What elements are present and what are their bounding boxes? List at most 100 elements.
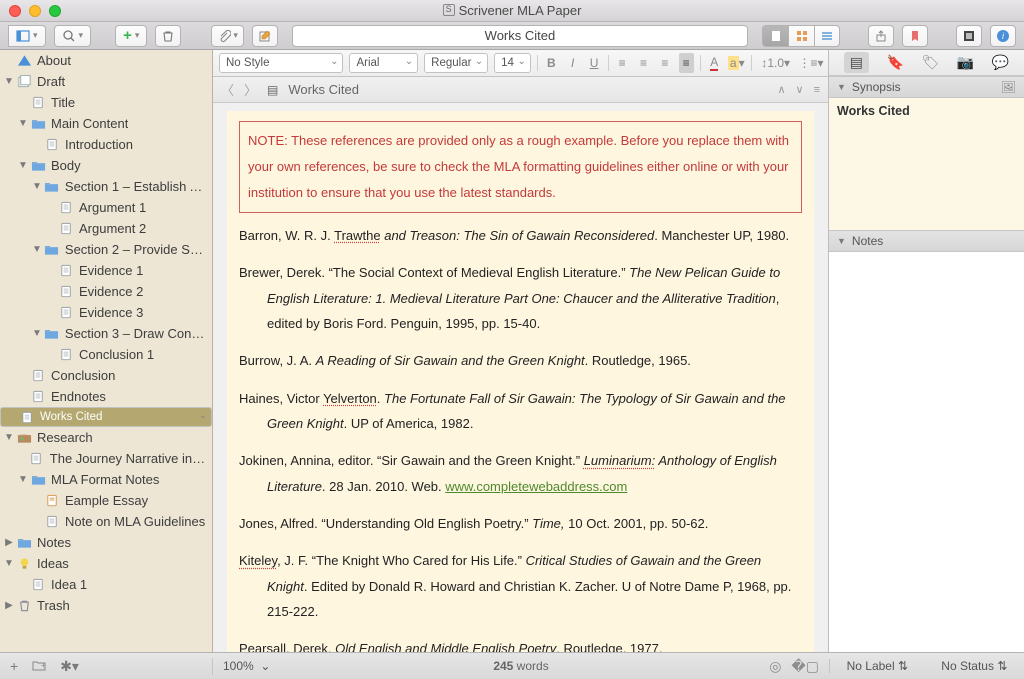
disclosure-triangle[interactable]: ▶ xyxy=(4,537,14,548)
synopsis-image-toggle[interactable]: 🖼 xyxy=(1001,80,1016,94)
binder-row[interactable]: ▼MLA Format Notes xyxy=(0,469,212,490)
document-title-field[interactable]: Works Cited xyxy=(292,25,748,47)
bold-button[interactable]: B xyxy=(544,53,559,73)
doc-icon xyxy=(44,138,60,152)
binder-row[interactable]: Endnotes xyxy=(0,386,212,407)
header-down-button[interactable]: ∨ xyxy=(796,83,804,96)
underline-button[interactable]: U xyxy=(586,53,601,73)
breadcrumb[interactable]: Works Cited xyxy=(288,82,359,97)
font-select[interactable]: Arial xyxy=(349,53,418,73)
compose-mode-button[interactable] xyxy=(956,25,982,47)
disclosure-triangle[interactable]: ▼ xyxy=(32,244,42,255)
ideas-icon xyxy=(16,557,32,571)
inspector-tab-metadata[interactable]: 🏷 xyxy=(922,54,940,71)
disclosure-triangle[interactable]: ▼ xyxy=(18,474,28,485)
inspector-tab-snapshots[interactable]: 📷 xyxy=(957,54,974,71)
binder-row[interactable]: Conclusion 1 xyxy=(0,344,212,365)
binder-row[interactable]: ▶Trash xyxy=(0,595,212,616)
binder-row[interactable]: Eample Essay xyxy=(0,490,212,511)
binder-row[interactable]: ▼Section 1 – Establish Argu… xyxy=(0,176,212,197)
binder-row[interactable]: About xyxy=(0,50,212,71)
text-color-button[interactable]: A xyxy=(707,53,722,73)
trash-button[interactable] xyxy=(155,25,181,47)
add-button[interactable]: +▾ xyxy=(115,25,147,47)
notes-body[interactable] xyxy=(829,252,1024,652)
document-icon: ▤ xyxy=(267,83,278,97)
binder-row[interactable]: ▼Section 2 – Provide Suppo… xyxy=(0,239,212,260)
synopsis-header[interactable]: ▼Synopsis🖼 xyxy=(829,76,1024,98)
inspector-toggle-button[interactable]: i xyxy=(990,25,1016,47)
disclosure-triangle[interactable]: ▼ xyxy=(18,118,28,129)
binder-row[interactable]: ▼Ideas xyxy=(0,553,212,574)
disclosure-triangle[interactable]: ▼ xyxy=(32,328,42,339)
style-select[interactable]: No Style xyxy=(219,53,343,73)
binder-row-label: Works Cited xyxy=(40,411,102,423)
inspector-tab-bookmarks[interactable]: 🔖 xyxy=(887,54,904,71)
inspector-tab-notes[interactable]: ▤ xyxy=(844,52,869,73)
label-select[interactable]: No Label ⇅ xyxy=(847,659,908,673)
binder-row[interactable]: ▶Notes xyxy=(0,532,212,553)
disclosure-triangle[interactable]: ▼ xyxy=(4,558,14,569)
binder-row[interactable]: Works Cited xyxy=(0,407,212,427)
editor-scroll-area[interactable]: NOTE: These references are provided only… xyxy=(213,103,828,652)
add-item-button[interactable]: + xyxy=(10,658,18,674)
binder-toggle-button[interactable]: ▾ xyxy=(8,25,46,47)
binder-row[interactable]: The Journey Narrative in Am… xyxy=(0,448,212,469)
binder-row[interactable]: Conclusion xyxy=(0,365,212,386)
disclosure-triangle[interactable]: ▼ xyxy=(4,432,14,443)
binder-row[interactable]: Title xyxy=(0,92,212,113)
binder-row[interactable]: ▼Research xyxy=(0,427,212,448)
bookmark-button[interactable] xyxy=(902,25,928,47)
header-menu-button[interactable]: ≡ xyxy=(814,84,820,96)
binder-row[interactable]: Idea 1 xyxy=(0,574,212,595)
document-page[interactable]: NOTE: These references are provided only… xyxy=(227,111,814,652)
align-left-button[interactable]: ≡ xyxy=(614,53,629,73)
doc-icon xyxy=(30,390,46,404)
notes-header[interactable]: ▼Notes xyxy=(829,230,1024,252)
compose-button[interactable] xyxy=(252,25,278,47)
line-spacing-button[interactable]: ↕ 1.0 ▾ xyxy=(757,53,794,73)
attach-button[interactable]: ▾ xyxy=(211,25,244,47)
binder-row[interactable]: ▼ Main Content xyxy=(0,113,212,134)
font-weight-select[interactable]: Regular xyxy=(424,53,488,73)
binder-row[interactable]: Introduction xyxy=(0,134,212,155)
share-button[interactable] xyxy=(868,25,894,47)
binder-row[interactable]: Argument 1 xyxy=(0,197,212,218)
highlight-button[interactable]: a▾ xyxy=(728,53,745,73)
binder-row[interactable]: Evidence 2 xyxy=(0,281,212,302)
font-size-select[interactable]: 14 xyxy=(494,53,531,73)
disclosure-triangle[interactable]: ▼ xyxy=(18,160,28,171)
binder-row[interactable]: ▼Section 3 – Draw Conclusi… xyxy=(0,323,212,344)
binder-sidebar[interactable]: About▼DraftTitle ▼ Main Content Introductio… xyxy=(0,50,213,652)
nav-forward-button[interactable]: 〉 xyxy=(244,80,257,99)
add-folder-button[interactable]: + xyxy=(32,658,46,674)
nav-back-button[interactable]: 〈 xyxy=(221,80,234,99)
binder-row-label: Main Content xyxy=(51,116,128,131)
inspector-panel: ▤ 🔖 🏷 📷 💬 ▼Synopsis🖼 Works Cited ▼Notes xyxy=(829,50,1024,652)
view-mode-document[interactable] xyxy=(762,25,788,47)
align-right-button[interactable]: ≡ xyxy=(657,53,672,73)
binder-row[interactable]: ▼Body xyxy=(0,155,212,176)
status-select[interactable]: No Status ⇅ xyxy=(941,659,1007,673)
disclosure-triangle[interactable]: ▶ xyxy=(4,600,14,611)
web-link[interactable]: www.completewebaddress.com xyxy=(445,479,627,494)
binder-row[interactable]: Note on MLA Guidelines xyxy=(0,511,212,532)
synopsis-body[interactable]: Works Cited xyxy=(829,98,1024,230)
binder-row[interactable]: Evidence 3 xyxy=(0,302,212,323)
italic-button[interactable]: I xyxy=(565,53,580,73)
inspector-tab-comments[interactable]: 💬 xyxy=(992,54,1009,71)
disclosure-triangle[interactable]: ▼ xyxy=(4,76,14,87)
search-button[interactable]: ▾ xyxy=(54,25,92,47)
header-up-button[interactable]: ∧ xyxy=(777,83,785,96)
align-justify-button[interactable]: ≡ xyxy=(679,53,694,73)
list-button[interactable]: ⋮≡▾ xyxy=(800,53,822,73)
disclosure-triangle[interactable]: ▼ xyxy=(32,181,42,192)
doc-icon xyxy=(58,201,74,215)
binder-row[interactable]: Evidence 1 xyxy=(0,260,212,281)
align-center-button[interactable]: ≡ xyxy=(636,53,651,73)
binder-row[interactable]: ▼Draft xyxy=(0,71,212,92)
view-mode-corkboard[interactable] xyxy=(788,25,814,47)
view-mode-outline[interactable] xyxy=(814,25,840,47)
binder-row[interactable]: Argument 2 xyxy=(0,218,212,239)
gear-menu-button[interactable]: ✱▾ xyxy=(60,658,79,675)
